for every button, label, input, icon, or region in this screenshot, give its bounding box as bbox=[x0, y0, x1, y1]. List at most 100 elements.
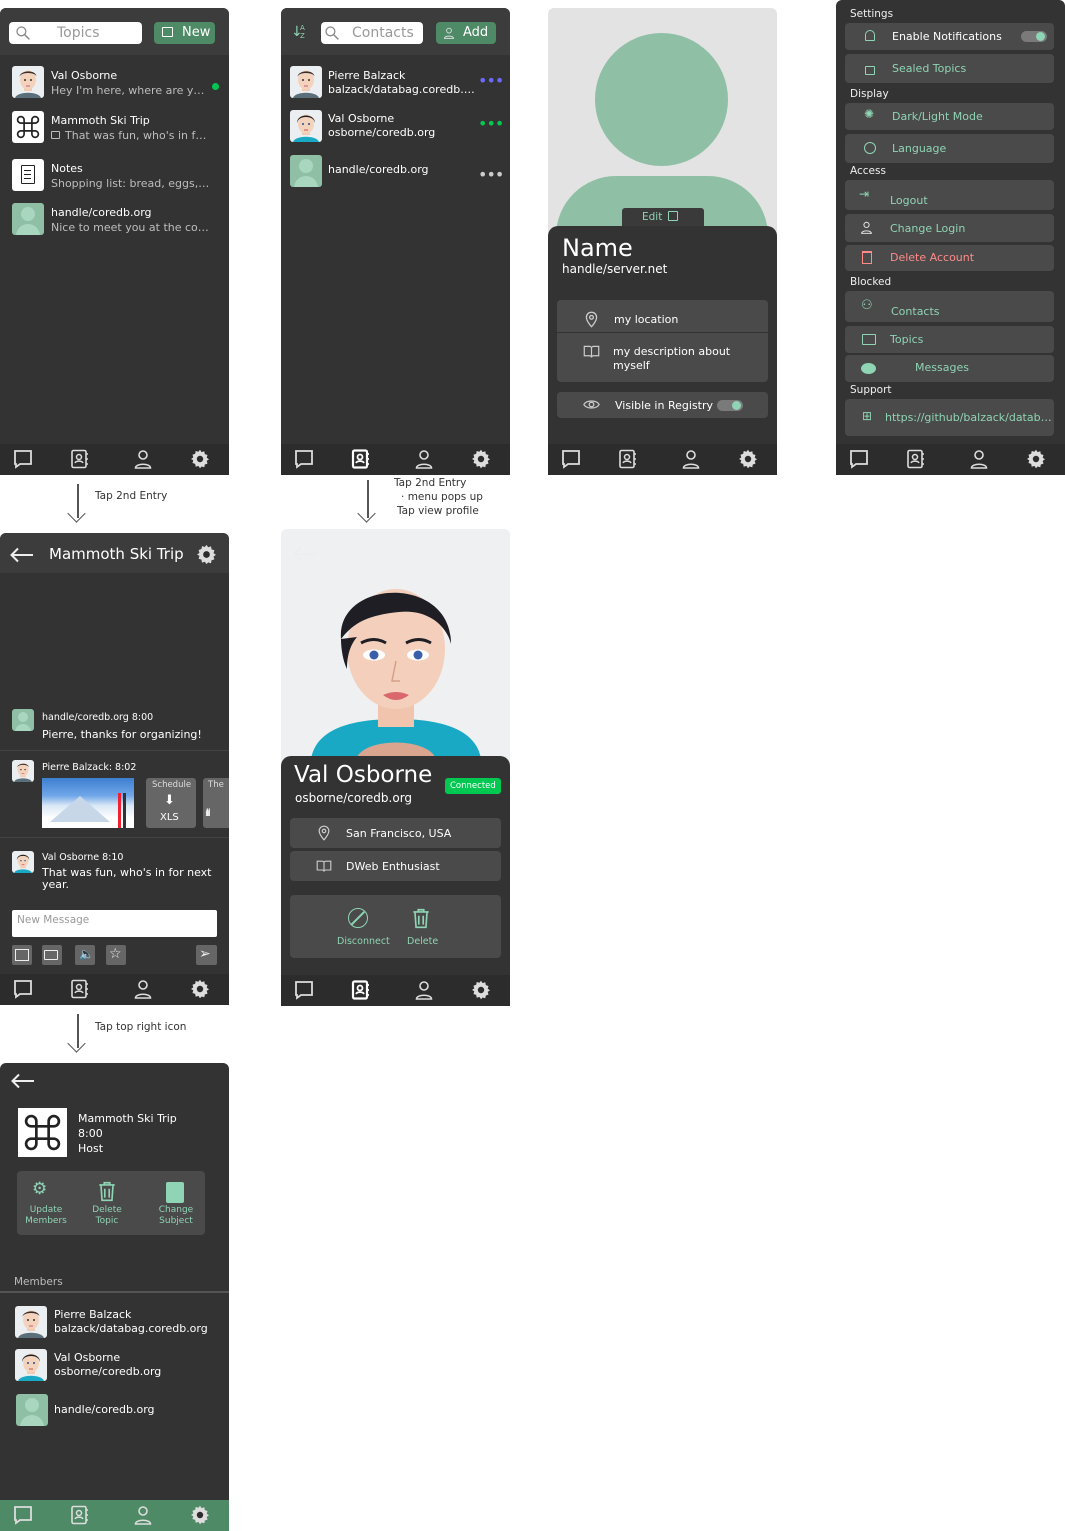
gear-icon[interactable] bbox=[196, 544, 217, 565]
edit-profile-button[interactable]: Edit bbox=[622, 208, 704, 226]
more-icon[interactable]: ••• bbox=[478, 165, 504, 184]
contacts-icon[interactable] bbox=[69, 979, 89, 999]
add-contact-button[interactable]: Add bbox=[436, 22, 496, 44]
topic-item[interactable]: handle/coredb.org Nice to meet you at th… bbox=[0, 200, 229, 240]
logout-row[interactable]: ⇥ Logout bbox=[845, 180, 1054, 210]
topic-item[interactable]: Val Osborne Hey I'm here, where are you … bbox=[0, 63, 229, 103]
blocked-topics-row[interactable]: Topics bbox=[845, 326, 1054, 353]
image-button[interactable] bbox=[12, 945, 32, 965]
profile-screen: Edit Name handle/server.net my location … bbox=[548, 8, 777, 475]
chat-icon[interactable] bbox=[294, 980, 314, 1000]
avatar-icon bbox=[290, 66, 322, 98]
avatar-body bbox=[16, 224, 40, 235]
contact-item[interactable]: handle/coredb.org ••• bbox=[281, 153, 510, 193]
bottom-nav bbox=[548, 444, 777, 475]
contacts-icon[interactable] bbox=[617, 449, 637, 469]
gear-icon[interactable] bbox=[738, 449, 758, 469]
contacts-icon[interactable] bbox=[69, 449, 89, 469]
sort-button[interactable]: ↓ A Z bbox=[290, 24, 312, 46]
disconnect-button[interactable]: Disconnect bbox=[330, 905, 390, 953]
gear-icon[interactable] bbox=[1026, 449, 1046, 469]
member-name: handle/coredb.org bbox=[54, 1403, 155, 1416]
contact-item[interactable]: Val Osborne osborne/coredb.org ••• bbox=[281, 108, 510, 148]
contacts-search-input[interactable]: Contacts bbox=[321, 22, 423, 44]
topic-item[interactable]: Notes Shopping list: bread, eggs, m... bbox=[0, 156, 229, 196]
folder-icon bbox=[862, 334, 876, 345]
contacts-icon[interactable] bbox=[905, 449, 925, 469]
dark-light-row[interactable]: ✺ Dark/Light Mode bbox=[845, 103, 1054, 130]
profile-icon[interactable] bbox=[681, 449, 701, 469]
contacts-icon[interactable] bbox=[69, 1505, 89, 1525]
support-link[interactable]: https://github/balzack/databag bbox=[885, 411, 1053, 424]
settings-screen: Settings Enable Notifications Sealed Top… bbox=[836, 0, 1065, 475]
profile-icon[interactable] bbox=[414, 449, 434, 469]
back-arrow-icon[interactable] bbox=[293, 546, 317, 562]
sticker-button[interactable]: ☆ bbox=[106, 945, 126, 965]
delete-account-row[interactable]: Delete Account bbox=[845, 245, 1054, 271]
change-subject-button[interactable]: Change Subject bbox=[151, 1179, 201, 1233]
placeholder-avatar bbox=[12, 203, 44, 235]
gear-icon[interactable] bbox=[190, 449, 210, 469]
image-attachment[interactable] bbox=[42, 778, 134, 828]
change-login-row[interactable]: Change Login bbox=[845, 214, 1054, 242]
sealed-topics-row[interactable]: Sealed Topics bbox=[845, 54, 1054, 83]
contacts-icon[interactable] bbox=[350, 449, 370, 469]
attachment-title: Schedule bbox=[152, 780, 192, 790]
profile-icon[interactable] bbox=[133, 449, 153, 469]
profile-icon[interactable] bbox=[414, 980, 434, 1000]
back-arrow-icon[interactable] bbox=[10, 547, 34, 563]
profile-image-placeholder bbox=[595, 33, 728, 166]
chat-icon[interactable] bbox=[13, 449, 33, 469]
delete-button[interactable]: Delete bbox=[402, 905, 442, 953]
avatar-icon bbox=[12, 851, 34, 873]
new-topic-button[interactable]: New bbox=[154, 22, 215, 44]
contact-name: Val Osborne bbox=[328, 112, 395, 125]
back-arrow-icon[interactable] bbox=[10, 1073, 36, 1089]
contact-item[interactable]: Pierre Balzack balzack/databag.coredb.or… bbox=[281, 64, 510, 104]
notifications-toggle[interactable] bbox=[1021, 31, 1047, 42]
contact-card: Val Osborne osborne/coredb.org Connected… bbox=[281, 756, 510, 1006]
audio-button[interactable]: 🔈 bbox=[75, 945, 95, 965]
avatar-icon bbox=[290, 110, 322, 142]
chat-icon[interactable] bbox=[561, 449, 581, 469]
file-attachment-xls[interactable]: Schedule ⬇ XLS bbox=[146, 778, 196, 828]
blocked-messages-row[interactable]: Messages bbox=[845, 355, 1054, 382]
registry-row: Visible in Registry bbox=[557, 392, 768, 418]
profile-icon[interactable] bbox=[133, 979, 153, 999]
topics-search-input[interactable]: Topics bbox=[9, 22, 142, 44]
waveform-icon: ıllıl bbox=[205, 808, 211, 819]
profile-icon[interactable] bbox=[133, 1505, 153, 1525]
profile-location: my location bbox=[614, 313, 679, 326]
more-icon[interactable]: ••• bbox=[478, 114, 504, 133]
contacts-icon[interactable] bbox=[350, 980, 370, 1000]
notifications-row[interactable]: Enable Notifications bbox=[845, 23, 1054, 50]
send-button[interactable]: ➢ bbox=[196, 945, 217, 965]
topic-time: 8:00 bbox=[78, 1127, 103, 1140]
video-button[interactable] bbox=[42, 945, 62, 965]
gear-icon[interactable] bbox=[190, 979, 210, 999]
delete-label: Delete bbox=[407, 936, 439, 947]
gear-icon[interactable] bbox=[471, 449, 491, 469]
audio-attachment[interactable]: The ıllıl bbox=[203, 778, 229, 828]
profile-icon[interactable] bbox=[969, 449, 989, 469]
chat-icon[interactable] bbox=[13, 1505, 33, 1525]
more-icon[interactable]: ••• bbox=[478, 71, 504, 90]
support-row[interactable]: ⊞ https://github/balzack/databag bbox=[845, 399, 1054, 436]
mountain-shape bbox=[50, 796, 110, 822]
update-members-button[interactable]: ⚙ Update Members bbox=[21, 1179, 71, 1233]
gear-icon[interactable] bbox=[471, 980, 491, 1000]
delete-topic-button[interactable]: Delete Topic bbox=[83, 1179, 131, 1233]
new-message-input[interactable]: New Message bbox=[12, 910, 217, 937]
annotation-line-2: · menu pops up bbox=[401, 491, 483, 503]
topic-item[interactable]: Mammoth Ski Trip That was fun, who's in … bbox=[0, 108, 229, 148]
chat-icon[interactable] bbox=[294, 449, 314, 469]
member-item: handle/coredb.org bbox=[0, 1393, 229, 1433]
skis-shape bbox=[118, 793, 121, 828]
chat-icon[interactable] bbox=[13, 979, 33, 999]
group-avatar bbox=[12, 111, 44, 143]
registry-toggle[interactable] bbox=[717, 400, 743, 411]
blocked-contacts-row[interactable]: ⚇ Contacts bbox=[845, 291, 1054, 322]
language-row[interactable]: Language bbox=[845, 134, 1054, 163]
gear-icon[interactable] bbox=[190, 1505, 210, 1525]
chat-icon[interactable] bbox=[849, 449, 869, 469]
